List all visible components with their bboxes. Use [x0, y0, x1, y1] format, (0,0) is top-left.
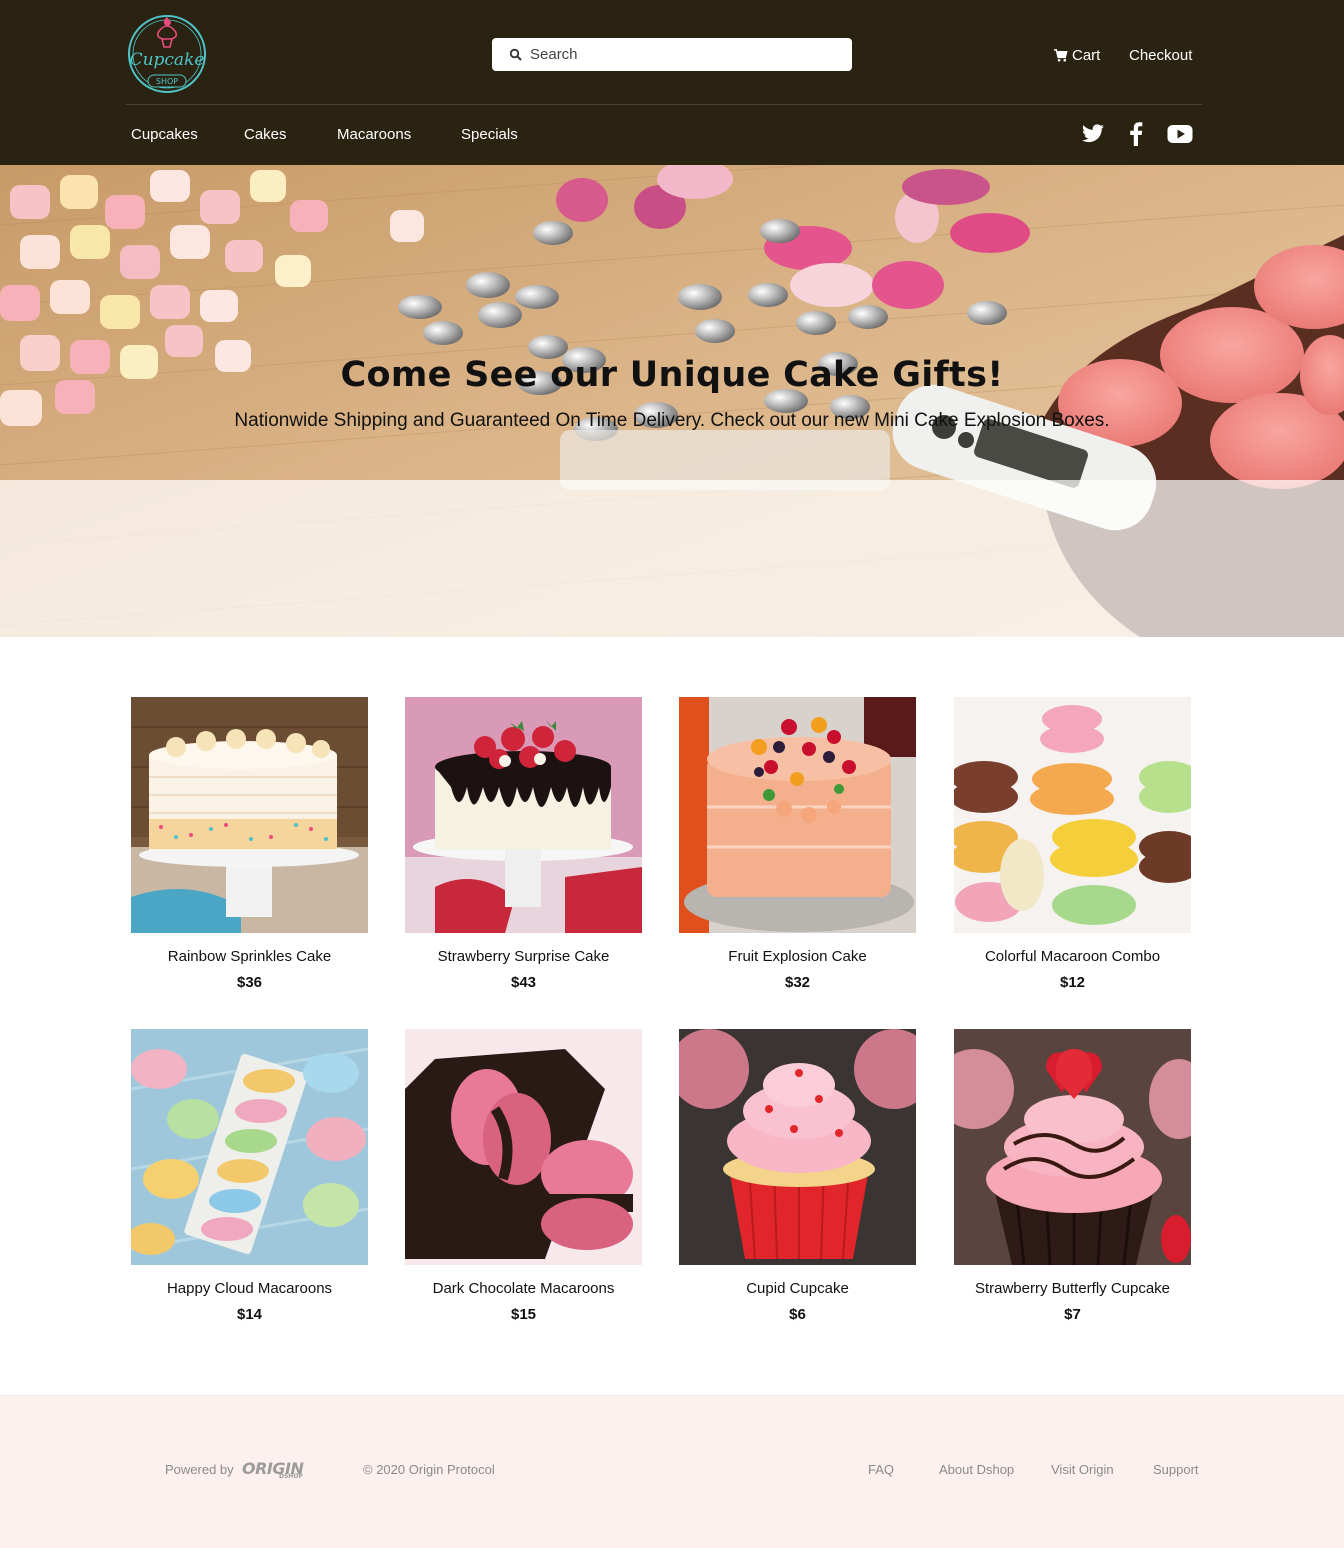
product-card[interactable]: Colorful Macaroon Combo $12 — [954, 697, 1191, 991]
product-card[interactable]: Cupid Cupcake $6 — [679, 1029, 916, 1323]
product-card[interactable]: Fruit Explosion Cake $32 — [679, 697, 916, 991]
product-name[interactable]: Fruit Explosion Cake — [679, 947, 916, 967]
youtube-link[interactable] — [1167, 120, 1193, 148]
product-price: $12 — [1059, 974, 1086, 991]
product-price: $6 — [789, 1306, 806, 1323]
header-divider — [126, 104, 1202, 105]
hero-title: Come See our Unique Cake Gifts! — [340, 355, 1004, 395]
hero-subtitle: Nationwide Shipping and Guaranteed On Ti… — [234, 410, 1110, 431]
product-image-cupid-cupcake[interactable] — [679, 1029, 916, 1265]
nav-specials[interactable]: Specials — [461, 124, 518, 146]
hero-banner — [0, 165, 1344, 637]
product-price: $36 — [236, 974, 263, 991]
product-price: $32 — [784, 974, 811, 991]
product-card[interactable]: Strawberry Surprise Cake $43 — [405, 697, 642, 991]
product-image-fruit-explosion-cake[interactable] — [679, 697, 916, 933]
svg-text:SHOP: SHOP — [156, 77, 178, 86]
footer-link-about-dshop[interactable]: About Dshop — [939, 1461, 1014, 1479]
product-image-colorful-macaroon-combo[interactable] — [954, 697, 1191, 933]
twitter-icon — [1082, 124, 1104, 143]
powered-by-label: Powered by — [165, 1462, 234, 1477]
copyright: © 2020 Origin Protocol — [363, 1462, 495, 1477]
search-input[interactable] — [530, 46, 830, 63]
product-price: $7 — [1064, 1306, 1081, 1323]
facebook-icon — [1130, 122, 1143, 146]
product-price: $14 — [236, 1306, 263, 1323]
footer-link-support[interactable]: Support — [1153, 1461, 1199, 1479]
cart-icon — [1053, 48, 1068, 61]
product-name[interactable]: Colorful Macaroon Combo — [954, 947, 1191, 967]
product-name[interactable]: Cupid Cupcake — [679, 1279, 916, 1299]
product-card[interactable]: Strawberry Butterfly Cupcake $7 — [954, 1029, 1191, 1323]
origin-logo[interactable]: ORIGIN DSHOP — [242, 1459, 304, 1480]
product-card[interactable]: Happy Cloud Macaroons $14 — [131, 1029, 368, 1323]
product-image-strawberry-surprise-cake[interactable] — [405, 697, 642, 933]
product-name[interactable]: Strawberry Surprise Cake — [405, 947, 642, 967]
hero-overlay — [0, 480, 1344, 637]
product-name[interactable]: Dark Chocolate Macaroons — [405, 1279, 642, 1299]
svg-text:Cupcake: Cupcake — [130, 50, 205, 70]
checkout-link[interactable]: Checkout — [1129, 44, 1192, 66]
youtube-icon — [1167, 125, 1193, 143]
checkout-label: Checkout — [1129, 46, 1193, 64]
search-box[interactable] — [492, 38, 852, 71]
product-image-dark-chocolate-macaroons[interactable] — [405, 1029, 642, 1265]
product-name[interactable]: Rainbow Sprinkles Cake — [131, 947, 368, 967]
product-name[interactable]: Happy Cloud Macaroons — [131, 1279, 368, 1299]
product-card[interactable]: Dark Chocolate Macaroons $15 — [405, 1029, 642, 1323]
product-image-strawberry-butterfly-cupcake[interactable] — [954, 1029, 1191, 1265]
footer-link-visit-origin[interactable]: Visit Origin — [1051, 1461, 1114, 1479]
site-header: Cupcake SHOP Cart Checkout Cupcakes Cake… — [0, 0, 1344, 165]
twitter-link[interactable] — [1080, 120, 1106, 148]
search-icon — [509, 48, 522, 61]
footer-link-faq[interactable]: FAQ — [868, 1461, 894, 1479]
facebook-link[interactable] — [1123, 120, 1149, 148]
cart-link[interactable]: Cart — [1053, 44, 1100, 66]
nav-cupcakes[interactable]: Cupcakes — [131, 124, 198, 146]
product-card[interactable]: Rainbow Sprinkles Cake $36 — [131, 697, 368, 991]
nav-macaroons[interactable]: Macaroons — [337, 124, 411, 146]
product-image-rainbow-sprinkles-cake[interactable] — [131, 697, 368, 933]
product-image-happy-cloud-macaroons[interactable] — [131, 1029, 368, 1265]
product-price: $43 — [510, 974, 537, 991]
cart-label: Cart — [1072, 46, 1101, 64]
product-name[interactable]: Strawberry Butterfly Cupcake — [954, 1279, 1191, 1299]
product-price: $15 — [510, 1306, 537, 1323]
origin-logo-subtext: DSHOP — [279, 1473, 303, 1480]
nav-cakes[interactable]: Cakes — [244, 124, 287, 146]
cupcake-shop-logo[interactable]: Cupcake SHOP — [126, 13, 208, 95]
